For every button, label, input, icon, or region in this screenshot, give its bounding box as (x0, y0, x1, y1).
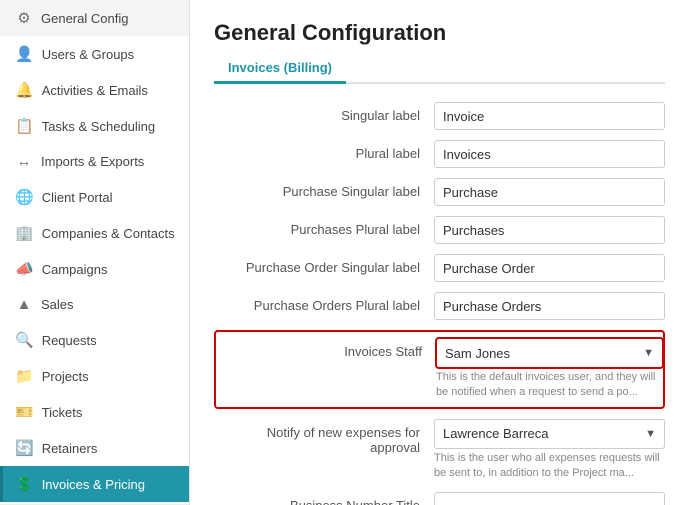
sales-icon: ▲ (15, 296, 33, 313)
sidebar-item-campaigns[interactable]: 📣 Campaigns (0, 251, 189, 287)
bell-icon: 🔔 (15, 81, 34, 99)
input-plural-label[interactable] (434, 140, 665, 168)
sidebar-item-label: Tasks & Scheduling (42, 119, 155, 134)
control-plural-label (434, 140, 665, 168)
sidebar-item-label: Invoices & Pricing (42, 477, 145, 492)
label-purchase-orders-plural-label: Purchase Orders Plural label (214, 292, 434, 313)
sidebar-item-activities-emails[interactable]: 🔔 Activities & Emails (0, 72, 189, 108)
sidebar-item-label: Imports & Exports (41, 154, 144, 169)
control-notify-expenses: Lawrence Barreca ▼ This is the user who … (434, 419, 665, 482)
sidebar: ⚙ General Config 👤 Users & Groups 🔔 Acti… (0, 0, 190, 505)
sidebar-item-label: Retainers (42, 441, 98, 456)
label-purchase-singular-label: Purchase Singular label (214, 178, 434, 199)
sidebar-item-client-portal[interactable]: 🌐 Client Portal (0, 179, 189, 215)
control-purchase-orders-plural-label (434, 292, 665, 320)
input-purchase-order-singular-label[interactable] (434, 254, 665, 282)
form-row-purchase-singular-label: Purchase Singular label (214, 178, 665, 206)
sidebar-item-imports-exports[interactable]: ↔ Imports & Exports (0, 144, 189, 179)
sidebar-item-label: Projects (42, 369, 89, 384)
sidebar-item-label: Requests (42, 333, 97, 348)
retainer-icon: 🔄 (15, 439, 34, 457)
label-purchases-plural-label: Purchases Plural label (214, 216, 434, 237)
input-purchase-orders-plural-label[interactable] (434, 292, 665, 320)
form-row-notify-expenses: Notify of new expenses for approval Lawr… (214, 419, 665, 482)
input-purchases-plural-label[interactable] (434, 216, 665, 244)
sidebar-item-label: Campaigns (42, 262, 108, 277)
sidebar-item-general-config[interactable]: ⚙ General Config (0, 0, 189, 36)
highlighted-section: Invoices Staff Sam Jones ▼ This is the d… (214, 330, 665, 409)
label-purchase-order-singular-label: Purchase Order Singular label (214, 254, 434, 275)
sidebar-item-tasks-scheduling[interactable]: 📋 Tasks & Scheduling (0, 108, 189, 144)
invoices-staff-hint: This is the default invoices user, and t… (436, 370, 663, 401)
form-row-singular-label: Singular label (214, 102, 665, 130)
megaphone-icon: 📣 (15, 260, 34, 278)
tasks-icon: 📋 (15, 117, 34, 135)
main-content: General Configuration Invoices (Billing)… (190, 0, 689, 505)
input-business-number-title[interactable] (434, 492, 665, 505)
sidebar-item-label: Activities & Emails (42, 83, 148, 98)
label-business-number-title: Business Number Title (214, 492, 434, 505)
control-singular-label (434, 102, 665, 130)
sidebar-item-label: General Config (41, 11, 128, 26)
tab-invoices-billing[interactable]: Invoices (Billing) (214, 54, 346, 84)
sidebar-item-label: Sales (41, 297, 74, 312)
page-title: General Configuration (214, 20, 665, 46)
select-arrow-icon: ▼ (635, 347, 662, 359)
search-icon: 🔍 (15, 331, 34, 349)
control-purchase-singular-label (434, 178, 665, 206)
input-singular-label[interactable] (434, 102, 665, 130)
tab-bar: Invoices (Billing) (214, 54, 665, 84)
transfer-icon: ↔ (15, 153, 33, 170)
input-purchase-singular-label[interactable] (434, 178, 665, 206)
globe-icon: 🌐 (15, 188, 34, 206)
control-business-number-title: This is the title of your business ident… (434, 492, 665, 505)
invoices-staff-select[interactable]: Sam Jones (437, 339, 635, 367)
building-icon: 🏢 (15, 224, 34, 242)
control-invoices-staff: Sam Jones ▼ This is the default invoices… (436, 338, 663, 401)
label-singular-label: Singular label (214, 102, 434, 123)
form-row-purchase-order-singular-label: Purchase Order Singular label (214, 254, 665, 282)
sidebar-item-label: Client Portal (42, 190, 113, 205)
invoice-icon: 💲 (15, 475, 34, 493)
label-invoices-staff: Invoices Staff (216, 338, 436, 359)
form-row-business-number-title: Business Number Title This is the title … (214, 492, 665, 505)
sidebar-item-users-groups[interactable]: 👤 Users & Groups (0, 36, 189, 72)
folder-icon: 📁 (15, 367, 34, 385)
ticket-icon: 🎫 (15, 403, 34, 421)
sidebar-item-invoices-pricing[interactable]: 💲 Invoices & Pricing (0, 466, 189, 502)
select-arrow-icon: ▼ (637, 428, 664, 440)
sidebar-item-label: Tickets (42, 405, 83, 420)
notify-expenses-hint: This is the user who all expenses reques… (434, 451, 665, 482)
invoices-staff-select-wrap: Sam Jones ▼ (436, 338, 663, 368)
label-notify-expenses: Notify of new expenses for approval (214, 419, 434, 455)
sidebar-item-projects[interactable]: 📁 Projects (0, 358, 189, 394)
form-row-purchases-plural-label: Purchases Plural label (214, 216, 665, 244)
label-plural-label: Plural label (214, 140, 434, 161)
users-icon: 👤 (15, 45, 34, 63)
control-purchase-order-singular-label (434, 254, 665, 282)
sidebar-item-label: Users & Groups (42, 47, 134, 62)
notify-select-wrap: Lawrence Barreca ▼ (434, 419, 665, 449)
form-row-purchase-orders-plural-label: Purchase Orders Plural label (214, 292, 665, 320)
sidebar-item-companies-contacts[interactable]: 🏢 Companies & Contacts (0, 215, 189, 251)
sidebar-item-tickets[interactable]: 🎫 Tickets (0, 394, 189, 430)
control-purchases-plural-label (434, 216, 665, 244)
gear-icon: ⚙ (15, 9, 33, 27)
form-row-plural-label: Plural label (214, 140, 665, 168)
notify-expenses-select[interactable]: Lawrence Barreca (435, 420, 637, 448)
sidebar-item-label: Companies & Contacts (42, 226, 175, 241)
sidebar-item-sales[interactable]: ▲ Sales (0, 287, 189, 322)
form-row-invoices-staff: Invoices Staff Sam Jones ▼ This is the d… (216, 338, 663, 401)
sidebar-item-requests[interactable]: 🔍 Requests (0, 322, 189, 358)
sidebar-item-retainers[interactable]: 🔄 Retainers (0, 430, 189, 466)
